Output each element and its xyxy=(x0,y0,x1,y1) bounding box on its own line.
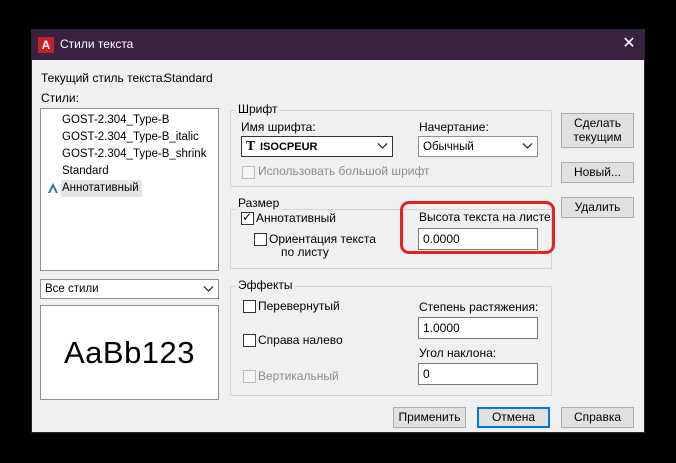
orientation-label-line1: Ориентация текста xyxy=(269,232,376,246)
truetype-font-icon: T xyxy=(246,139,256,154)
annotative-checkbox[interactable]: ✓ xyxy=(241,210,254,225)
text-style-dialog: A Стили текста ✕ Текущий стиль текста: S… xyxy=(32,30,644,432)
styles-filter-select[interactable]: Все стили xyxy=(40,279,219,299)
backwards-label: Справа налево xyxy=(258,333,343,347)
close-button[interactable]: ✕ xyxy=(614,30,644,60)
autocad-app-icon: A xyxy=(38,37,54,53)
font-style-select[interactable]: Обычный xyxy=(418,136,538,157)
height-highlight-annotation xyxy=(400,201,555,254)
font-group-title: Шрифт xyxy=(236,102,280,116)
effects-group-title: Эффекты xyxy=(236,278,295,292)
new-style-button[interactable]: Новый... xyxy=(561,162,634,183)
width-factor-input[interactable]: 1.0000 xyxy=(418,317,538,339)
upside-down-checkbox[interactable] xyxy=(243,300,256,313)
styles-list[interactable]: GOST-2.304_Type-B GOST-2.304_Type-B_ital… xyxy=(40,108,219,271)
chevron-down-icon xyxy=(522,143,533,149)
backwards-checkbox[interactable] xyxy=(243,334,256,347)
font-name-label: Имя шрифта: xyxy=(241,120,316,134)
current-style-value: Standard xyxy=(164,71,213,85)
window-title: Стили текста xyxy=(60,37,134,51)
delete-style-button[interactable]: Удалить xyxy=(561,197,634,218)
orientation-label-line2: по листу xyxy=(281,245,329,259)
apply-button[interactable]: Применить xyxy=(393,407,466,428)
set-current-button[interactable]: Сделать текущим xyxy=(561,113,634,148)
width-factor-label: Степень растяжения: xyxy=(419,300,539,314)
oblique-angle-label: Угол наклона: xyxy=(419,346,497,360)
current-style-label: Текущий стиль текста: xyxy=(41,71,166,85)
cancel-button[interactable]: Отмена xyxy=(477,407,550,428)
help-button[interactable]: Справка xyxy=(561,407,634,428)
annotative-label: Аннотативный xyxy=(256,211,336,225)
upside-down-label: Перевернутый xyxy=(258,299,340,313)
size-group-title: Размер xyxy=(236,196,282,210)
bigfont-label: Использовать большой шрифт xyxy=(258,164,430,178)
title-bar[interactable]: A Стили текста ✕ xyxy=(32,30,644,60)
vertical-checkbox[interactable] xyxy=(243,370,256,383)
preview-text: AaBb123 xyxy=(63,335,196,370)
font-style-label: Начертание: xyxy=(419,120,489,134)
oblique-angle-input[interactable]: 0 xyxy=(418,363,538,385)
styles-label: Стили: xyxy=(41,91,79,105)
chevron-down-icon xyxy=(377,143,388,149)
chevron-down-icon xyxy=(203,286,214,292)
orientation-checkbox[interactable] xyxy=(254,233,267,246)
bigfont-checkbox[interactable] xyxy=(242,166,255,179)
vertical-label: Вертикальный xyxy=(258,369,339,383)
annotative-icon xyxy=(48,183,58,193)
style-preview: AaBb123 xyxy=(40,305,219,400)
font-name-select[interactable]: ISOCPEUR T xyxy=(241,136,393,157)
